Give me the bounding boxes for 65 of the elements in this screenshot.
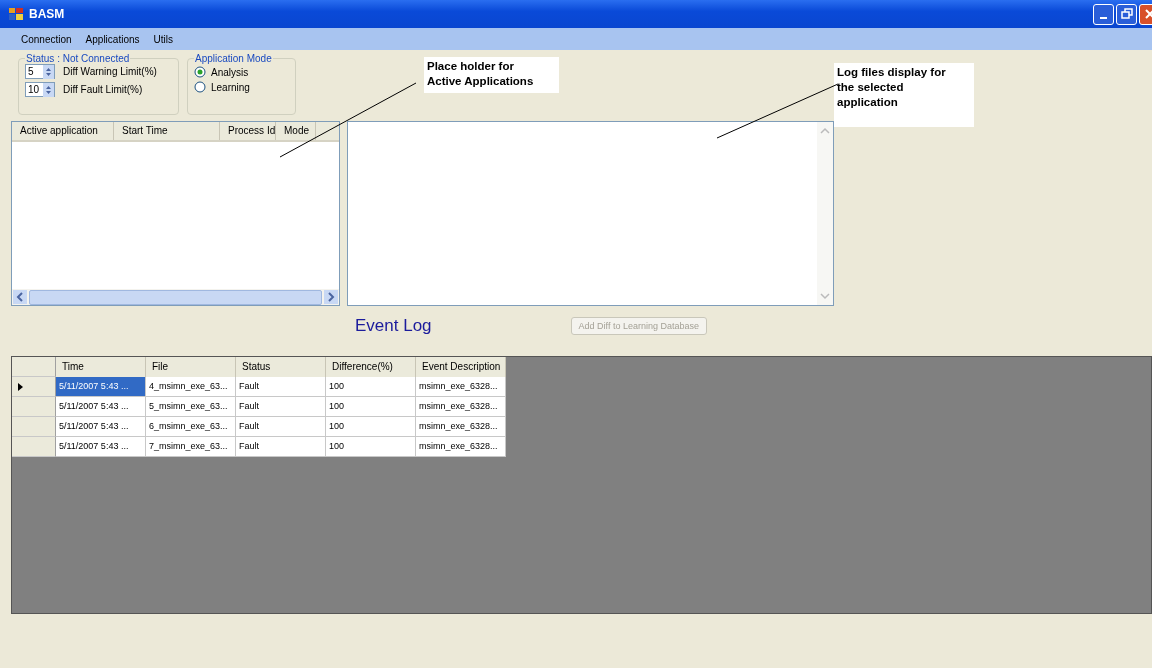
column-header[interactable]: Difference(%) — [326, 357, 416, 377]
column-header[interactable]: Process Id — [220, 122, 276, 140]
restore-icon — [1120, 8, 1133, 20]
scroll-right-icon[interactable] — [324, 290, 338, 304]
restore-button[interactable] — [1116, 3, 1137, 25]
menu-item[interactable]: Applications — [78, 33, 147, 45]
column-header[interactable]: Active application — [12, 122, 114, 140]
table-cell: Fault — [236, 437, 326, 457]
note-line: the selected — [837, 80, 905, 95]
table-cell: 6_msimn_exe_63... — [146, 417, 236, 437]
radio-option[interactable]: Learning — [194, 81, 289, 93]
table-cell: 7_msimn_exe_63... — [146, 437, 236, 457]
table-cell: 5/11/2007 5:43 ... — [56, 417, 146, 437]
table-cell: msimn_exe_6328... — [416, 377, 506, 397]
scroll-left-icon[interactable] — [13, 290, 27, 304]
column-header[interactable]: Event Description — [416, 357, 506, 377]
column-header[interactable]: File — [146, 357, 236, 377]
minimize-button[interactable] — [1093, 3, 1114, 25]
table-cell: msimn_exe_6328... — [416, 417, 506, 437]
table-cell: 100 — [326, 377, 416, 397]
current-row-icon — [18, 382, 24, 391]
vertical-scrollbar[interactable] — [817, 122, 833, 305]
table-cell: 100 — [326, 397, 416, 417]
radio-option[interactable]: Analysis — [194, 66, 289, 78]
radio-button[interactable] — [194, 66, 206, 78]
radio-button[interactable] — [194, 81, 206, 93]
column-header[interactable]: Time — [56, 357, 146, 377]
spinner-label: Diff Fault Limit(%) — [63, 84, 143, 95]
note-line: Log files display for — [837, 65, 947, 80]
table-cell: msimn_exe_6328... — [416, 397, 506, 417]
menu-item[interactable]: Connection — [14, 33, 79, 45]
group-title: Application Mode — [194, 53, 273, 64]
table-cell: 5/11/2007 5:43 ... — [56, 397, 146, 417]
group-title: Status : Not Connected — [25, 53, 131, 64]
event-log-title: Event Log — [355, 316, 432, 336]
spinner-label: Diff Warning Limit(%) — [63, 66, 157, 77]
column-header[interactable]: Status — [236, 357, 326, 377]
window-title: BASM — [29, 7, 65, 21]
table-cell: 100 — [326, 417, 416, 437]
number-spinner[interactable]: 10 — [25, 82, 55, 97]
column-header[interactable]: Mode — [276, 122, 316, 140]
row-header[interactable] — [12, 377, 56, 397]
minimize-icon — [1100, 17, 1107, 19]
app-icon — [8, 6, 24, 22]
table-cell: msimn_exe_6328... — [416, 437, 506, 457]
applications-list[interactable]: Active application Start Time Process Id Mode — [11, 121, 340, 306]
spin-arrows-icon — [43, 64, 54, 79]
column-header[interactable]: Start Time — [114, 122, 220, 140]
table-cell: 5_msimn_exe_63... — [146, 397, 236, 417]
table-cell: 5/11/2007 5:43 ... — [56, 377, 146, 397]
log-text-area[interactable] — [347, 121, 834, 306]
table-cell: Fault — [236, 377, 326, 397]
table-cell: Fault — [236, 417, 326, 437]
menu-item[interactable]: Utils — [146, 33, 180, 45]
table-cell: 100 — [326, 437, 416, 457]
table-cell: 5/11/2007 5:43 ... — [56, 437, 146, 457]
table-cell: 4_msimn_exe_63... — [146, 377, 236, 397]
number-spinner[interactable]: 5 — [25, 64, 55, 79]
note-line: application — [837, 95, 899, 110]
note-line: Active Applications — [427, 74, 535, 89]
spin-arrows-icon — [43, 82, 54, 97]
header-corner — [12, 357, 56, 377]
note-line: Place holder for — [427, 59, 515, 74]
close-icon — [1143, 8, 1152, 20]
table-cell: Fault — [236, 397, 326, 417]
